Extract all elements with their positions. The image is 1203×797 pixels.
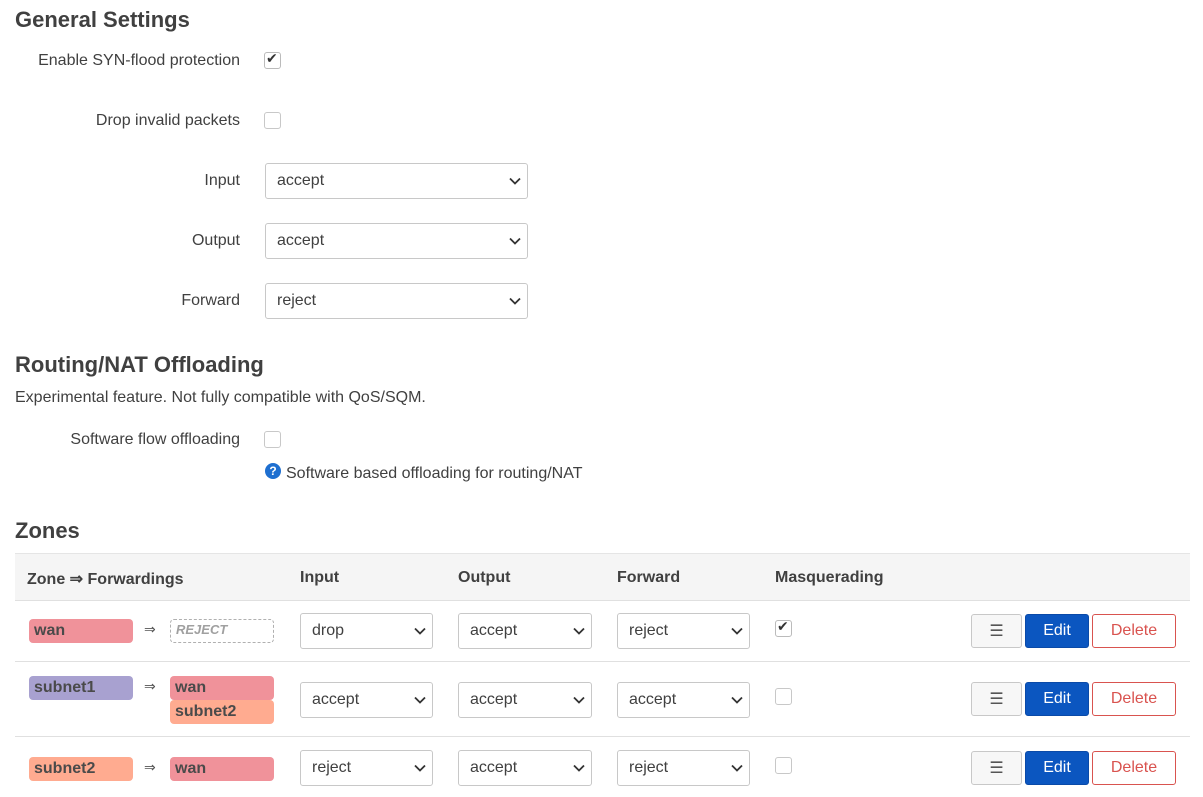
header-zone: Zone ⇒ Forwardings — [27, 571, 184, 588]
zone-output-select[interactable]: accept — [458, 613, 592, 649]
forward-arrow: ⇒ — [144, 760, 156, 776]
forward-policy-label: Forward — [181, 292, 240, 309]
edit-button[interactable]: Edit — [1025, 682, 1089, 716]
delete-button[interactable]: Delete — [1092, 751, 1176, 785]
select-value: reject — [629, 622, 669, 639]
chevron-down-icon — [509, 177, 521, 185]
select-value: accept — [312, 691, 360, 708]
zone-forward-select[interactable]: reject — [617, 750, 750, 786]
input-policy-value: accept — [277, 172, 325, 189]
edit-button[interactable]: Edit — [1025, 751, 1089, 785]
chevron-down-icon — [414, 696, 426, 704]
chevron-down-icon — [573, 764, 585, 772]
software-offloading-label: Software flow offloading — [70, 431, 240, 448]
header-output: Output — [458, 569, 511, 586]
row-menu-button[interactable]: ☰ — [971, 682, 1022, 716]
zone-output-select[interactable]: accept — [458, 750, 592, 786]
zone-forward-select[interactable]: reject — [617, 613, 750, 649]
checkmark-icon: ✔ — [266, 51, 278, 67]
chevron-down-icon — [731, 627, 743, 635]
chevron-down-icon — [573, 627, 585, 635]
drop-invalid-checkbox[interactable] — [264, 112, 281, 129]
delete-button[interactable]: Delete — [1092, 682, 1176, 716]
chevron-down-icon — [414, 627, 426, 635]
zone-output-select[interactable]: accept — [458, 682, 592, 718]
section-title-offloading: Routing/NAT Offloading — [15, 352, 264, 377]
help-icon: ? — [265, 463, 281, 479]
header-forward: Forward — [617, 569, 681, 586]
masquerading-checkbox[interactable] — [775, 757, 792, 774]
forward-arrow: ⇒ — [144, 679, 156, 695]
forward-badge-wan: wan — [170, 676, 274, 700]
syn-flood-checkbox[interactable]: ✔ — [264, 51, 281, 69]
forward-badge-reject: REJECT — [170, 619, 274, 643]
row-menu-button[interactable]: ☰ — [971, 751, 1022, 785]
edit-button[interactable]: Edit — [1025, 614, 1089, 648]
offloading-help-text: Software based offloading for routing/NA… — [286, 465, 583, 482]
syn-flood-label: Enable SYN-flood protection — [38, 52, 240, 69]
chevron-down-icon — [414, 764, 426, 772]
header-input: Input — [300, 569, 340, 586]
checkmark-icon: ✔ — [777, 619, 789, 635]
software-offloading-checkbox[interactable] — [264, 431, 281, 448]
offloading-description: Experimental feature. Not fully compatib… — [15, 389, 426, 406]
select-value: accept — [470, 622, 518, 639]
select-value: drop — [312, 622, 345, 639]
zone-input-select[interactable]: accept — [300, 682, 433, 718]
output-policy-select[interactable]: accept — [265, 223, 528, 259]
select-value: accept — [629, 691, 677, 708]
masquerading-checkbox[interactable]: ✔ — [775, 619, 792, 637]
forward-policy-value: reject — [277, 292, 317, 309]
chevron-down-icon — [731, 696, 743, 704]
chevron-down-icon — [731, 764, 743, 772]
chevron-down-icon — [573, 696, 585, 704]
row-menu-button[interactable]: ☰ — [971, 614, 1022, 648]
header-masquerading: Masquerading — [775, 569, 884, 586]
zone-input-select[interactable]: drop — [300, 613, 433, 649]
input-policy-select[interactable]: accept — [265, 163, 528, 199]
drop-invalid-label: Drop invalid packets — [95, 112, 240, 129]
select-value: reject — [629, 759, 669, 776]
zone-input-select[interactable]: reject — [300, 750, 433, 786]
forward-arrow: ⇒ — [144, 622, 156, 638]
section-title-general: General Settings — [15, 7, 190, 32]
zone-badge-subnet1: subnet1 — [29, 676, 133, 700]
zone-badge-wan: wan — [29, 619, 133, 643]
select-value: accept — [470, 691, 518, 708]
output-policy-label: Output — [191, 232, 240, 249]
forward-policy-select[interactable]: reject — [265, 283, 528, 319]
zones-table-header: Zone ⇒ Forwardings Input Output Forward … — [15, 553, 1190, 601]
forward-badge-wan: wan — [170, 757, 274, 781]
row-divider — [15, 736, 1190, 737]
row-divider — [15, 661, 1190, 662]
forward-badge-subnet2: subnet2 — [170, 700, 274, 724]
select-value: accept — [470, 759, 518, 776]
chevron-down-icon — [509, 237, 521, 245]
chevron-down-icon — [509, 297, 521, 305]
output-policy-value: accept — [277, 232, 325, 249]
masquerading-checkbox[interactable] — [775, 688, 792, 705]
select-value: reject — [312, 759, 352, 776]
delete-button[interactable]: Delete — [1092, 614, 1176, 648]
section-title-zones: Zones — [15, 518, 80, 543]
zone-forward-select[interactable]: accept — [617, 682, 750, 718]
zone-badge-subnet2: subnet2 — [29, 757, 133, 781]
input-policy-label: Input — [204, 172, 240, 189]
